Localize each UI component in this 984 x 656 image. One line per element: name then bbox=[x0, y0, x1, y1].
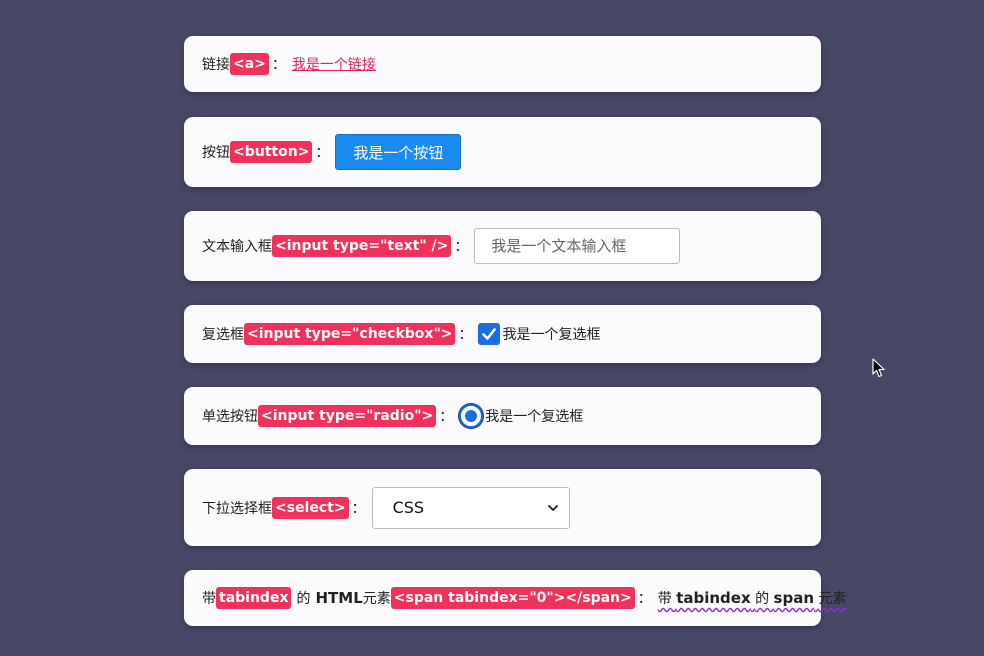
tabindex-span-tag: <span tabindex="0"></span> bbox=[390, 587, 635, 609]
checkbox-tag: <input type="checkbox"> bbox=[244, 323, 456, 345]
text-input-tag: <input type="text" /> bbox=[272, 235, 452, 257]
tabindex-html: HTML bbox=[315, 589, 363, 607]
text-input-colon: ： bbox=[454, 239, 469, 255]
focusable-span-tabindex: tabindex bbox=[676, 589, 751, 607]
link-row-label: 链接 bbox=[202, 57, 230, 73]
card-text-input: 文本输入框 <input type="text" /> ： bbox=[184, 211, 821, 281]
tabindex-elem: 元素 bbox=[362, 591, 391, 607]
radio-row-label: 单选按钮 bbox=[202, 409, 258, 425]
check-icon bbox=[482, 328, 497, 340]
card-link: 链接 <a> ： 我是一个链接 bbox=[184, 36, 821, 92]
page: 链接 <a> ： 我是一个链接 按钮 <button> ： 我是一个按钮 文本输… bbox=[0, 0, 984, 656]
focusable-span-pre: 带 bbox=[657, 591, 672, 607]
chevron-down-icon bbox=[547, 504, 558, 511]
link-colon: ： bbox=[271, 57, 286, 73]
tabindex-tag: tabindex bbox=[216, 587, 292, 609]
select-tag: <select> bbox=[272, 496, 349, 519]
card-checkbox: 复选框 <input type="checkbox"> ： 我是一个复选框 bbox=[184, 305, 821, 363]
focusable-span-elem: 元素 bbox=[818, 591, 847, 607]
demo-radio[interactable] bbox=[459, 404, 484, 428]
tabindex-prefix: 带 bbox=[202, 591, 216, 607]
demo-select[interactable]: CSS bbox=[371, 486, 570, 529]
card-button: 按钮 <button> ： 我是一个按钮 bbox=[184, 117, 821, 187]
demo-button[interactable]: 我是一个按钮 bbox=[335, 134, 462, 170]
focusable-span-de: 的 bbox=[755, 591, 770, 607]
button-colon: ： bbox=[315, 145, 330, 161]
radio-option-label: 我是一个复选框 bbox=[485, 409, 584, 425]
demo-text-input[interactable] bbox=[474, 228, 681, 264]
button-tag: <button> bbox=[230, 141, 313, 163]
mouse-pointer-icon bbox=[872, 358, 885, 378]
select-row-label: 下拉选择框 bbox=[202, 500, 272, 517]
demo-link[interactable]: 我是一个链接 bbox=[292, 54, 376, 74]
radio-selected-dot bbox=[465, 410, 478, 422]
checkbox-row-label: 复选框 bbox=[202, 327, 244, 343]
radio-colon: ： bbox=[439, 409, 454, 425]
demo-checkbox[interactable] bbox=[478, 323, 501, 345]
card-select: 下拉选择框 <select> ： CSS bbox=[184, 469, 821, 546]
select-colon: ： bbox=[351, 500, 366, 517]
tabindex-colon: ： bbox=[637, 591, 652, 607]
text-input-row-label: 文本输入框 bbox=[202, 239, 272, 255]
radio-tag: <input type="radio"> bbox=[258, 405, 437, 427]
focusable-span-span: span bbox=[773, 589, 815, 607]
tabindex-de: 的 bbox=[296, 591, 311, 607]
card-radio: 单选按钮 <input type="radio"> ： 我是一个复选框 bbox=[184, 387, 821, 445]
checkbox-colon: ： bbox=[458, 327, 473, 343]
focusable-span[interactable]: 带 tabindex 的 span 元素 bbox=[658, 588, 847, 608]
card-tabindex: 带 tabindex 的 HTML 元素 <span tabindex="0">… bbox=[184, 570, 846, 626]
link-tag: <a> bbox=[230, 53, 269, 75]
select-value: CSS bbox=[392, 498, 425, 517]
button-row-label: 按钮 bbox=[202, 145, 230, 161]
checkbox-option-label: 我是一个复选框 bbox=[502, 327, 601, 343]
